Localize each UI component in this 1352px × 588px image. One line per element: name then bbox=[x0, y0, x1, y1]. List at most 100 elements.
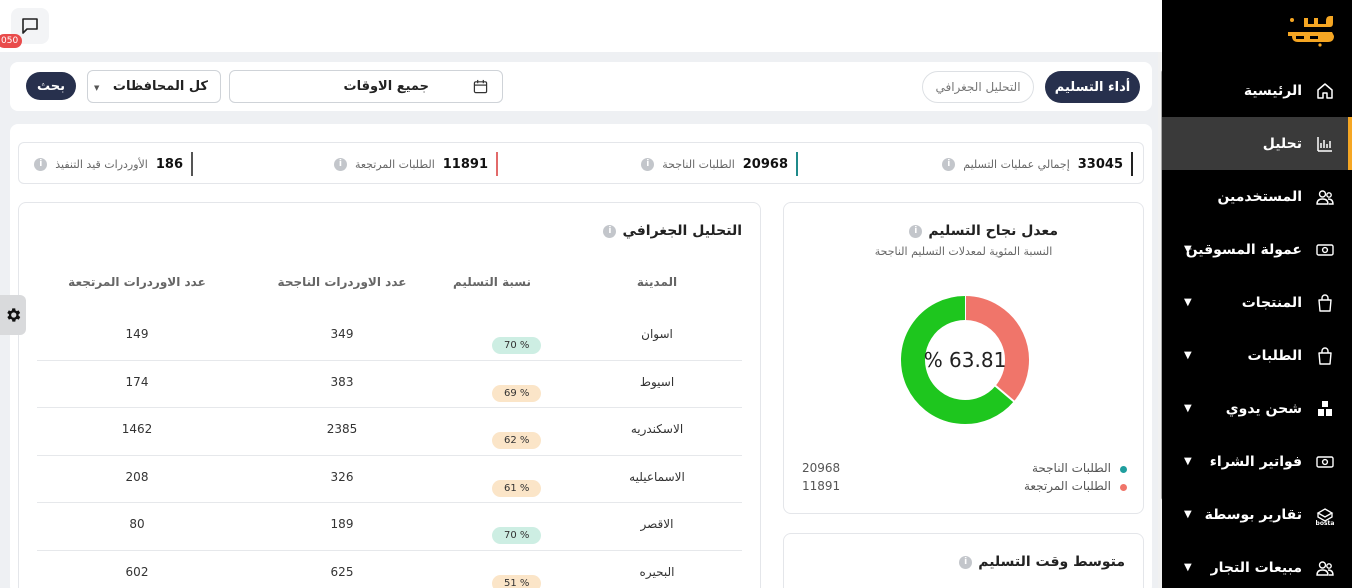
header-rate: نسبة التسليم bbox=[452, 275, 531, 289]
tab-delivery-performance[interactable]: أداء التسليم bbox=[1045, 71, 1140, 103]
cell-success: 189 bbox=[330, 517, 354, 531]
legend-dot bbox=[1120, 484, 1127, 491]
search-button[interactable]: بحث bbox=[26, 72, 76, 100]
rate-card-title: معدل نجاح التسليم i bbox=[909, 223, 1058, 239]
dropdown-arrow-icon: ▼ bbox=[94, 84, 100, 92]
top-bar: 050 bbox=[0, 0, 1162, 52]
table-row: الاقصر 70 % 189 80 bbox=[37, 503, 742, 551]
bosta-icon: bosta bbox=[1314, 504, 1336, 527]
cell-success: 349 bbox=[330, 327, 354, 341]
rate-badge: 70 % bbox=[492, 527, 542, 544]
rate-badge: 69 % bbox=[492, 384, 542, 402]
chat-icon bbox=[22, 18, 38, 34]
avg-title-text: متوسط وقت التسليم bbox=[978, 554, 1125, 570]
chevron-down-icon: ▼ bbox=[1184, 562, 1192, 573]
table-row: الاسماعيليه 61 % 326 208 bbox=[37, 456, 742, 503]
governorate-value: كل المحافظات bbox=[112, 79, 208, 94]
kpi-label: الطلبات المرتجعة bbox=[354, 157, 435, 171]
sidebar-item-label: المستخدمين bbox=[1217, 188, 1302, 205]
geo-title-text: التحليل الجغرافي bbox=[622, 223, 742, 239]
sidebar-item[interactable]: الطلبات ▼ bbox=[1162, 329, 1352, 382]
sidebar-item[interactable]: شحن يدوي ▼ bbox=[1162, 382, 1352, 435]
info-icon[interactable]: i bbox=[909, 224, 923, 238]
sidebar-item[interactable]: تحليل bbox=[1162, 117, 1352, 170]
cell-success: 326 bbox=[330, 469, 354, 484]
table-header: المدينة نسبة التسليم عدد الاوردرات الناج… bbox=[37, 275, 742, 295]
filter-bar: بحث كل المحافظات ▼ جميع الاوقات التحليل … bbox=[10, 62, 1152, 111]
cell-success: 383 bbox=[330, 374, 354, 389]
kpi-label: الأوردرات قيد التنفيذ bbox=[55, 157, 148, 171]
chevron-down-icon: ▼ bbox=[1184, 297, 1192, 308]
sidebar-item[interactable]: المنتجات ▼ bbox=[1162, 276, 1352, 329]
cell-city: اسوان bbox=[641, 327, 673, 341]
home-icon bbox=[1314, 80, 1336, 102]
chevron-down-icon: ▼ bbox=[1184, 350, 1192, 361]
users-icon bbox=[1314, 186, 1336, 208]
cell-city: الاقصر bbox=[640, 517, 674, 531]
info-icon[interactable]: i bbox=[959, 555, 973, 569]
money-icon bbox=[1314, 451, 1336, 473]
geo-card-title: التحليل الجغرافي i bbox=[603, 223, 742, 239]
info-icon[interactable]: i bbox=[34, 157, 48, 171]
calendar-icon bbox=[473, 79, 488, 94]
info-icon[interactable]: i bbox=[333, 157, 347, 171]
sidebar-item[interactable]: الرئيسية bbox=[1162, 64, 1352, 117]
legend-value: 20968 bbox=[802, 461, 841, 475]
rate-title-text: معدل نجاح التسليم bbox=[928, 223, 1058, 239]
kpi-item: 33045 إجمالي عمليات التسليم i bbox=[942, 152, 1133, 176]
chevron-down-icon: ▼ bbox=[1184, 509, 1192, 520]
sidebar-item[interactable]: المستخدمين bbox=[1162, 170, 1352, 223]
rate-card-subtitle: النسبة المئوية لمعدلات التسليم الناجحة bbox=[874, 245, 1053, 258]
kpi-value: 11891 bbox=[442, 156, 488, 172]
table-row: اسيوط 69 % 383 174 bbox=[37, 361, 742, 408]
gear-icon bbox=[7, 308, 21, 322]
kpi-label: الطلبات الناجحة bbox=[662, 157, 735, 171]
rate-badge: 70 % bbox=[492, 337, 542, 354]
info-icon[interactable]: i bbox=[641, 157, 655, 171]
governorate-select[interactable]: كل المحافظات ▼ bbox=[87, 70, 221, 103]
sidebar-item-label: المنتجات bbox=[1241, 294, 1302, 311]
bag-icon bbox=[1314, 345, 1336, 367]
logo[interactable] bbox=[1260, 12, 1338, 52]
tab-geographic-analysis[interactable]: التحليل الجغرافي bbox=[922, 71, 1034, 103]
avg-card-title: متوسط وقت التسليم i bbox=[959, 554, 1125, 570]
sidebar-item[interactable]: bosta تقارير بوسطة ▼ bbox=[1162, 488, 1352, 541]
sidebar-item-label: شحن يدوي bbox=[1225, 400, 1302, 417]
money-icon bbox=[1314, 239, 1336, 261]
kpi-strip: 33045 إجمالي عمليات التسليم i 20968 الطلبات … bbox=[18, 142, 1144, 184]
table-row: اسوان 70 % 349 149 bbox=[37, 313, 742, 361]
sidebar-item-label: الرئيسية bbox=[1243, 82, 1302, 99]
sidebar-item[interactable]: مبيعات التجار ▼ bbox=[1162, 541, 1352, 588]
notification-badge: 050 bbox=[0, 34, 23, 48]
table-row: البحيره 51 % 625 602 bbox=[37, 551, 742, 588]
info-icon[interactable]: i bbox=[942, 157, 956, 171]
legend-dot bbox=[1120, 466, 1127, 473]
chevron-down-icon: ▼ bbox=[1184, 403, 1192, 414]
settings-toggle[interactable] bbox=[0, 295, 26, 335]
sidebar-item[interactable]: عمولة المسوقين ▼ bbox=[1162, 223, 1352, 276]
sidebar-item-label: عمولة المسوقين bbox=[1185, 241, 1302, 258]
legend-item: 20968 الطلبات الناجحة bbox=[802, 461, 1127, 479]
kpi-value: 186 bbox=[155, 156, 183, 172]
sidebar-item-label: مبيعات التجار bbox=[1210, 559, 1302, 576]
sidebar-item-label: تحليل bbox=[1262, 135, 1302, 152]
table-body: اسوان 70 % 349 149 اسيوط 69 % 383 174 الاسكندريه… bbox=[37, 313, 742, 588]
rate-badge: 62 % bbox=[492, 432, 542, 449]
donut-chart: % 63.81 bbox=[901, 295, 1029, 424]
boxes-icon bbox=[1314, 398, 1336, 420]
kpi-value: 33045 bbox=[1077, 156, 1123, 172]
cell-city: اسيوط bbox=[639, 374, 675, 389]
legend-label: الطلبات الناجحة bbox=[1031, 461, 1111, 475]
geographic-analysis-card: التحليل الجغرافي i المدينة نسبة التسليم … bbox=[18, 202, 761, 588]
users-icon bbox=[1314, 557, 1336, 579]
legend-value: 11891 bbox=[802, 479, 841, 493]
header-city: المدينة bbox=[636, 275, 678, 289]
sidebar-item-label: تقارير بوسطة bbox=[1204, 506, 1302, 523]
date-range-picker[interactable]: جميع الاوقات bbox=[229, 70, 503, 103]
info-icon[interactable]: i bbox=[603, 224, 617, 238]
rate-badge: 61 % bbox=[492, 479, 542, 497]
kpi-item: 20968 الطلبات الناجحة i bbox=[641, 152, 798, 176]
sidebar-item[interactable]: فواتير الشراء ▼ bbox=[1162, 435, 1352, 488]
kpi-item: 186 الأوردرات قيد التنفيذ i bbox=[34, 152, 193, 176]
kpi-item: 11891 الطلبات المرتجعة i bbox=[333, 152, 498, 176]
